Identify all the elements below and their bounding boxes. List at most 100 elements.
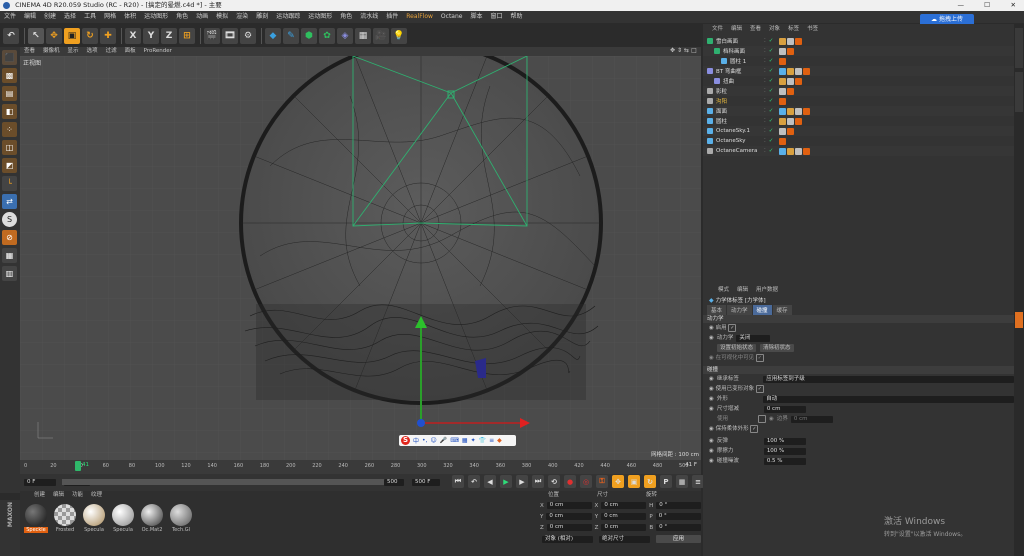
clear-initial-state-button[interactable]: 清除初状态	[760, 344, 794, 352]
material-item[interactable]: Specula	[110, 504, 136, 533]
tag-icon[interactable]	[787, 147, 795, 155]
coord-mode-select[interactable]: 对象 (相对)	[542, 535, 593, 543]
enable-check-icon[interactable]: ✓	[769, 88, 774, 94]
visibility-dots-icon[interactable]: ⁚	[764, 68, 766, 74]
menu-item[interactable]: 窗口	[486, 11, 506, 23]
tag-icon[interactable]	[787, 37, 795, 45]
tag-icon[interactable]	[787, 47, 795, 55]
size-mode-select[interactable]: 绝对尺寸	[599, 535, 650, 543]
rotate-icon[interactable]: ↻	[82, 28, 98, 44]
menu-item[interactable]: 文件	[0, 11, 20, 23]
texture-mode-icon[interactable]: ▩	[2, 68, 17, 83]
enable-check-icon[interactable]: ✓	[769, 118, 774, 124]
size-field[interactable]: 0 cm	[601, 502, 647, 509]
attribute-tab[interactable]: 动力学	[727, 305, 752, 315]
tag-icon[interactable]	[803, 67, 811, 75]
object-row[interactable]: 圆柱 1 ⁚ ✓	[703, 56, 1014, 66]
deformer-icon[interactable]: ◈	[337, 28, 353, 44]
record-icon[interactable]: ●	[564, 475, 576, 488]
attribute-menu-item[interactable]: 编辑	[734, 286, 751, 295]
start-frame-field[interactable]: 0 F	[24, 479, 56, 486]
dynamic-select[interactable]: 关闭	[736, 334, 771, 342]
tag-icon[interactable]	[787, 77, 795, 85]
edge-mode-icon[interactable]: ◫	[2, 140, 17, 155]
ime-voice-icon[interactable]: 🎤	[440, 437, 447, 444]
ime-keyboard-icon[interactable]: ⌨	[450, 437, 459, 444]
tag-icon[interactable]	[779, 67, 787, 75]
position-field[interactable]: 0 cm	[546, 513, 592, 520]
axis-mode-icon[interactable]: └	[2, 176, 17, 191]
visibility-dots-icon[interactable]: ⁚	[764, 118, 766, 124]
enable-check-icon[interactable]: ✓	[769, 78, 774, 84]
size-increment-field[interactable]: 0 cm	[763, 405, 806, 413]
object-row[interactable]: 面面 ⁚ ✓	[703, 106, 1014, 116]
material-item[interactable]: Specula	[81, 504, 107, 533]
visibility-dots-icon[interactable]: ⁚	[764, 88, 766, 94]
tag-icon[interactable]	[779, 107, 787, 115]
key-param-icon[interactable]: P	[660, 475, 672, 488]
material-menu-item[interactable]: 功能	[68, 491, 87, 500]
material-item[interactable]: Oc.Mat2	[139, 504, 165, 533]
menu-item[interactable]: 角色	[172, 11, 192, 23]
menu-item[interactable]: 编辑	[20, 11, 40, 23]
key-rot-icon[interactable]: ↻	[644, 475, 656, 488]
rotation-field[interactable]: 0 °	[655, 513, 702, 520]
locked-workplane-icon[interactable]: ▥	[2, 266, 17, 281]
maximize-button[interactable]: ☐	[984, 0, 990, 11]
bounce-field[interactable]: 100 %	[763, 437, 806, 445]
range-slider[interactable]	[62, 479, 392, 485]
subdivision-icon[interactable]: ⬢	[301, 28, 317, 44]
visibility-dots-icon[interactable]: ⁚	[764, 38, 766, 44]
menu-item[interactable]: 工具	[80, 11, 100, 23]
menu-item[interactable]: 体积	[120, 11, 140, 23]
tag-icon[interactable]	[795, 37, 803, 45]
tag-icon[interactable]	[795, 67, 803, 75]
visibility-dots-icon[interactable]: ⁚	[764, 48, 766, 54]
menu-item[interactable]: RealFlow	[402, 11, 437, 23]
loop-icon[interactable]: ⟲	[548, 475, 560, 488]
tag-icon[interactable]	[787, 87, 795, 95]
key-pla-icon[interactable]: ▦	[676, 475, 688, 488]
tag-icon[interactable]	[779, 147, 787, 155]
enable-check-icon[interactable]: ✓	[769, 68, 774, 74]
tweak-mode-icon[interactable]: ⇄	[2, 194, 17, 209]
menu-item[interactable]: 创建	[40, 11, 60, 23]
workplane-icon[interactable]: ▦	[2, 248, 17, 263]
tag-icon[interactable]	[787, 117, 795, 125]
size-field[interactable]: 0 cm	[601, 513, 647, 520]
enable-check-icon[interactable]: ✓	[769, 108, 774, 114]
object-row[interactable]: 雪白画面 ⁚ ✓	[703, 36, 1014, 46]
tag-icon[interactable]	[795, 147, 803, 155]
material-menu-item[interactable]: 编辑	[49, 491, 68, 500]
object-side-tab[interactable]	[1015, 28, 1023, 68]
prev-key-icon[interactable]: ↶	[468, 475, 480, 488]
menu-item[interactable]: 脚本	[466, 11, 486, 23]
menu-item[interactable]: Octane	[437, 11, 467, 23]
tag-icon[interactable]	[795, 107, 803, 115]
tag-icon[interactable]	[803, 107, 811, 115]
viewport[interactable]: 正视图 网格间距 : 100 cm S 中 •, ☺ 🎤 ⌨ ▦ ✦ 👕 ≡ ◆	[20, 56, 701, 460]
ime-skin-icon[interactable]: ✦	[471, 437, 476, 444]
timeline[interactable]: 0204060801001201401601802002202402602803…	[20, 460, 701, 474]
viewport-menu-item[interactable]: 摄像机	[39, 47, 64, 56]
render-view-icon[interactable]: 🎬	[204, 28, 220, 44]
material-item[interactable]: Tech.Gl	[168, 504, 194, 533]
shape-select[interactable]: 自动	[763, 395, 1014, 403]
visibility-dots-icon[interactable]: ⁚	[764, 128, 766, 134]
auto-key-icon[interactable]: ◎	[580, 475, 592, 488]
tag-icon[interactable]	[803, 147, 811, 155]
visibility-dots-icon[interactable]: ⁚	[764, 138, 766, 144]
tag-icon[interactable]	[795, 77, 803, 85]
object-row[interactable]: 档科画面 ⁚ ✓	[703, 46, 1014, 56]
rotation-field[interactable]: 0 °	[656, 524, 702, 531]
camera-icon[interactable]: 🎥	[373, 28, 389, 44]
tag-icon[interactable]	[787, 67, 795, 75]
object-menu-item[interactable]: 文件	[709, 24, 726, 34]
sogou-icon[interactable]: S	[401, 436, 410, 445]
next-frame-icon[interactable]: ▶	[516, 475, 528, 488]
friction-field[interactable]: 100 %	[763, 447, 806, 455]
tag-icon[interactable]	[779, 77, 787, 85]
enable-check-icon[interactable]: ✓	[769, 98, 774, 104]
ime-emoji-icon[interactable]: ☺	[430, 437, 436, 444]
inherit-tag-select[interactable]: 应用标签到子级	[763, 375, 1014, 383]
